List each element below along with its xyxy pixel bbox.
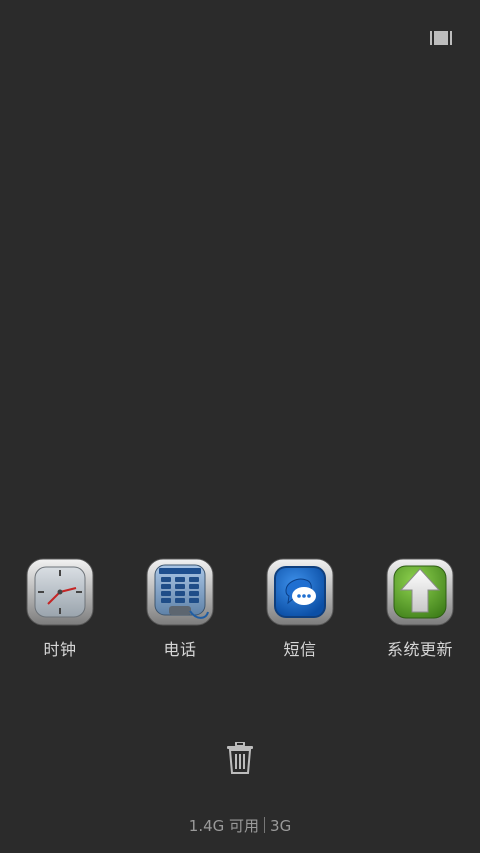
recent-app-label: 时钟 [43,640,77,659]
clock-icon [26,558,94,626]
recent-app-label: 电话 [163,640,197,659]
recent-app-system-update[interactable]: 系统更新 [360,558,480,668]
messages-icon [266,558,334,626]
memory-available: 1.4G 可用 [188,817,260,835]
recent-view-toggle-icon[interactable] [430,30,452,46]
memory-divider [264,817,266,833]
recent-apps-screen: 时钟 电话 短信 系统更新 1.4G 可用 3G [0,0,480,853]
memory-total: 3G [270,817,292,835]
recent-app-clock[interactable]: 时钟 [0,558,120,668]
recent-app-messages[interactable]: 短信 [240,558,360,668]
system-update-icon [386,558,454,626]
recent-apps-list: 时钟 电话 短信 系统更新 [0,558,480,668]
phone-icon [146,558,214,626]
recent-app-phone[interactable]: 电话 [120,558,240,668]
recent-app-label: 系统更新 [386,640,453,659]
trash-icon[interactable] [226,742,254,774]
memory-status: 1.4G 可用 3G [0,815,480,836]
recent-app-label: 短信 [283,640,317,659]
